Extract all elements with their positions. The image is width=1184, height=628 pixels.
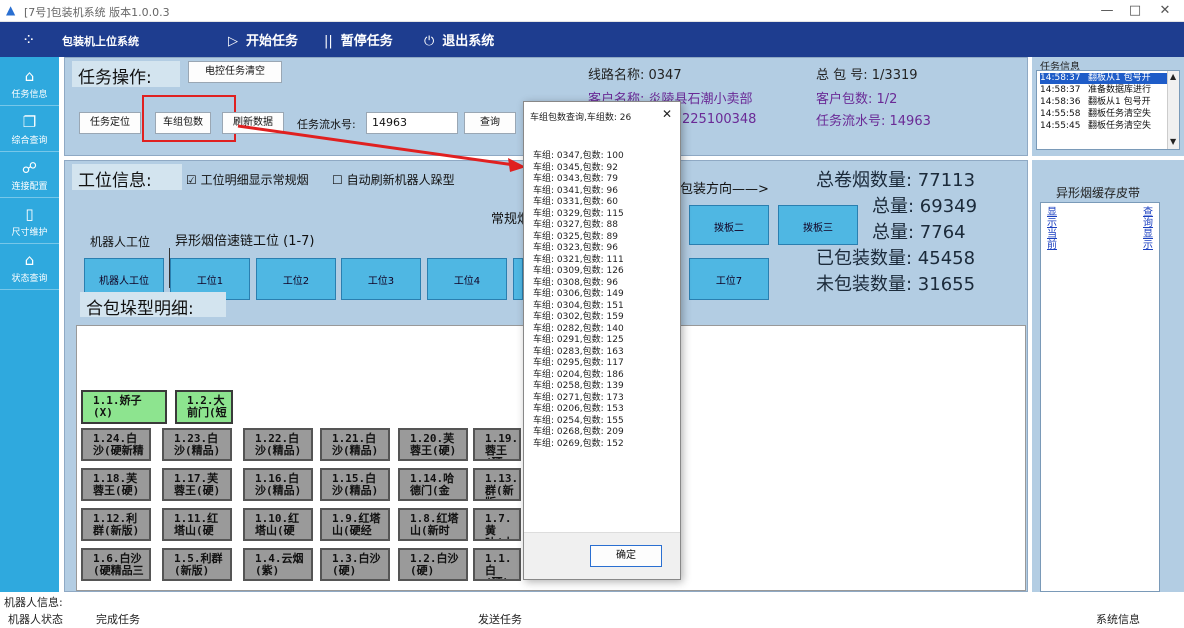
- dialog-row: 车组: 0291,包数: 125: [533, 335, 624, 345]
- dialog-row: 车组: 0325,包数: 89: [533, 231, 619, 242]
- dialog-row: 车组: 0269,包数: 152: [533, 438, 624, 449]
- dialog-row: 车组: 0323,包数: 96: [533, 243, 619, 253]
- dialog-row: 车组: 0295,包数: 117: [533, 358, 624, 368]
- dialog-close-button[interactable]: ✕: [662, 107, 672, 121]
- robot-status-label: 机器人状态: [8, 613, 63, 626]
- dialog-row: 车组: 0258,包数: 139: [533, 381, 624, 391]
- dialog-row: 车组: 0306,包数: 149: [533, 289, 624, 299]
- dialog-row: 车组: 0204,包数: 186: [533, 369, 624, 380]
- done-task-label: 完成任务: [96, 613, 140, 626]
- dialog-row: 车组: 0282,包数: 140: [533, 323, 624, 334]
- dialog-row: 车组: 0304,包数: 151: [533, 300, 624, 311]
- dialog-row: 车组: 0347,包数: 100: [533, 151, 624, 161]
- dialog-row: 车组: 0254,包数: 155: [533, 415, 624, 426]
- dialog-row: 车组: 0331,包数: 60: [533, 197, 619, 207]
- dialog-title: 车组包数查询,车组数: 26: [530, 113, 632, 123]
- dialog-row: 车组: 0271,包数: 173: [533, 392, 624, 403]
- bottom-bar: [0, 592, 1184, 628]
- system-info-label: 系统信息: [1096, 613, 1140, 626]
- dialog-row: 车组: 0309,包数: 126: [533, 266, 624, 276]
- dialog-row: 车组: 0321,包数: 111: [533, 254, 624, 265]
- dialog-row: 车组: 0345,包数: 92: [533, 162, 619, 173]
- dialog-row: 车组: 0341,包数: 96: [533, 185, 619, 196]
- dialog-row: 车组: 0343,包数: 79: [533, 174, 619, 184]
- dialog-row: 车组: 0329,包数: 115: [533, 208, 624, 219]
- group-packs-dialog: 车组包数查询,车组数: 26 ✕ 车组: 0347,包数: 100 车组: 034…: [523, 101, 681, 580]
- dialog-row: 车组: 0206,包数: 153: [533, 404, 624, 414]
- robot-info-label: 机器人信息:: [4, 596, 63, 609]
- send-task-label: 发送任务: [478, 613, 522, 626]
- dialog-ok-button[interactable]: 确定: [590, 545, 662, 567]
- dialog-row: 车组: 0283,包数: 163: [533, 346, 624, 357]
- dialog-row: 车组: 0268,包数: 209: [533, 427, 624, 437]
- dialog-row: 车组: 0327,包数: 88: [533, 220, 619, 230]
- dialog-row: 车组: 0302,包数: 159: [533, 312, 624, 322]
- dialog-row: 车组: 0308,包数: 96: [533, 277, 619, 288]
- red-arrow-line: [237, 124, 515, 167]
